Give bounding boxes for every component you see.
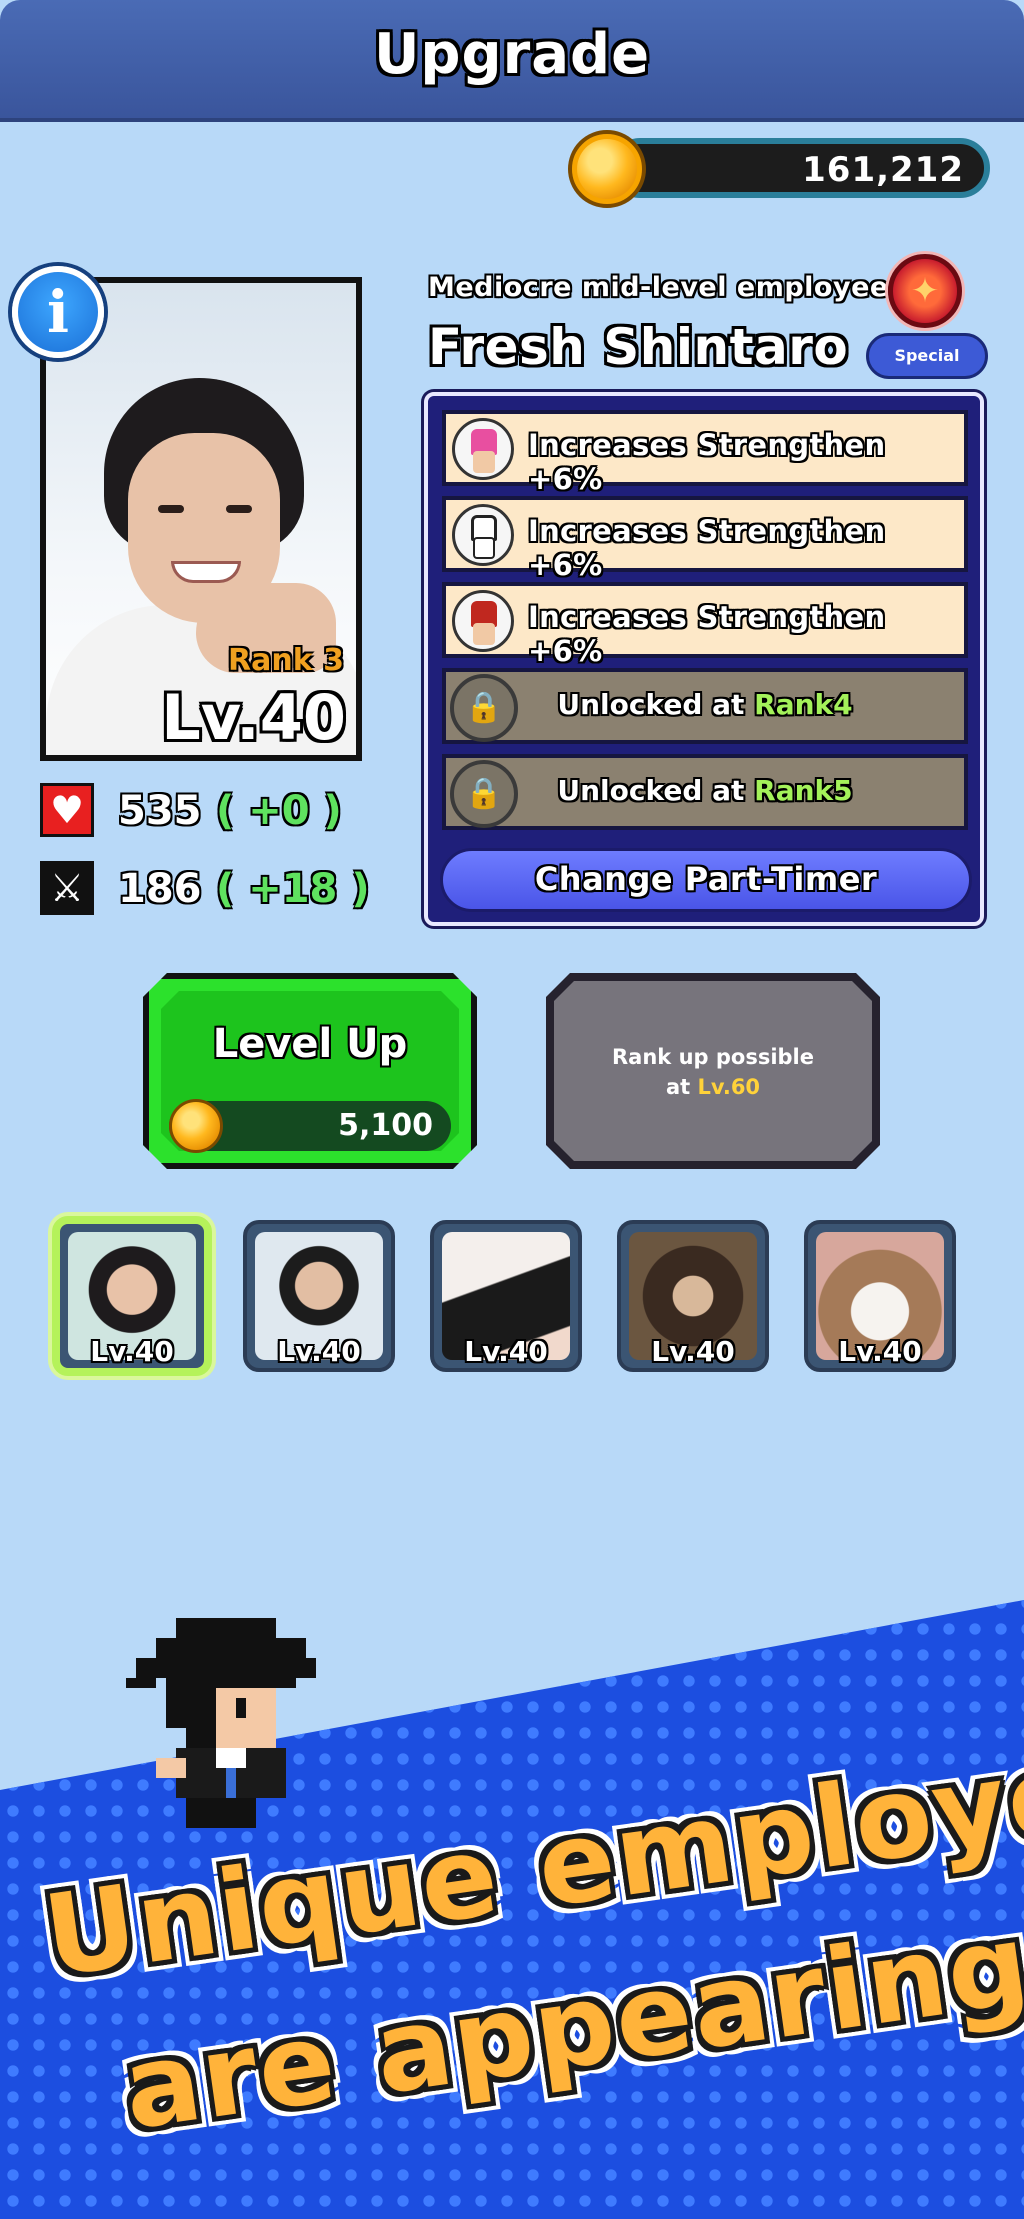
info-button[interactable]: i [12,266,104,358]
page-title: Upgrade [373,22,651,87]
special-move-button[interactable]: Special Move [866,333,988,405]
roster-item-1[interactable]: Lv.40 [52,1216,212,1376]
hp-value: 535 [118,788,202,834]
employee-portrait-card: Rank 3 Lv.40 [40,277,362,761]
skill-text-1: Increases Strengthen +6% [528,428,886,496]
level-up-button[interactable]: Level Up 5,100 [143,973,477,1169]
coin-balance-bar: 161,212 [610,138,990,198]
portrait-smile [171,561,241,583]
roster-level-2: Lv.40 [277,1335,361,1368]
skill-avatar-1 [452,418,514,480]
special-move-icon[interactable]: ✦ [888,254,962,328]
portrait-eye-left [158,505,184,513]
roster-item-4[interactable]: Lv.40 [617,1220,769,1372]
rank-up-line1: Rank up possible [612,1045,814,1069]
roster-level-1: Lv.40 [90,1335,174,1368]
atk-value: 186 [118,866,202,912]
sword-icon: ⚔ [40,861,94,915]
roster-item-2[interactable]: Lv.40 [243,1220,395,1372]
coin-icon [568,130,646,208]
roster-level-3: Lv.40 [464,1335,548,1368]
roster-item-5[interactable]: Lv.40 [804,1220,956,1372]
employee-level: Lv.40 [161,681,346,754]
roster-level-5: Lv.40 [838,1335,922,1368]
skill-row-1: Increases Strengthen +6% [442,410,968,496]
atk-bonus: ( +18 ) [216,866,370,912]
change-part-timer-button[interactable]: Change Part-Timer [440,848,972,912]
employee-rank: Rank 3 [228,643,344,678]
roster-item-3[interactable]: Lv.40 [430,1220,582,1372]
skill-avatar-2 [452,504,514,566]
locked-skill-text-2: Unlocked at Rank5 [557,774,853,807]
locked-skill-row-2: 🔒 Unlocked at Rank5 [442,754,968,830]
portrait-eye-right [226,505,252,513]
locked-skill-text-1: Unlocked at Rank4 [557,688,853,721]
hp-bonus: ( +0 ) [216,788,342,834]
locked-skill-row-1: 🔒 Unlocked at Rank4 [442,668,968,744]
employee-name: Fresh Shintaro [428,318,849,376]
level-up-label: Level Up [212,1021,408,1067]
info-icon: i [46,278,70,346]
skill-text-3: Increases Strengthen +6% [528,600,886,668]
roster-level-4: Lv.40 [651,1335,735,1368]
rank-up-line2: at Lv.60 [665,1075,761,1099]
skill-avatar-3 [452,590,514,652]
skill-row-3: Increases Strengthen +6% [442,582,968,668]
heart-icon: ♥ [40,783,94,837]
skills-panel: Increases Strengthen +6% Increases Stren… [424,392,984,926]
skill-row-2: Increases Strengthen +6% [442,496,968,582]
header-bar: Upgrade [0,0,1024,122]
employee-subtitle: Mediocre mid-level employee [428,272,889,303]
coin-icon [169,1099,223,1153]
rank-up-button[interactable]: Rank up possible at Lv.60 [546,973,880,1169]
skill-text-2: Increases Strengthen +6% [528,514,886,582]
rank-up-inner [554,981,872,1161]
coin-balance-value: 161,212 [802,150,964,190]
